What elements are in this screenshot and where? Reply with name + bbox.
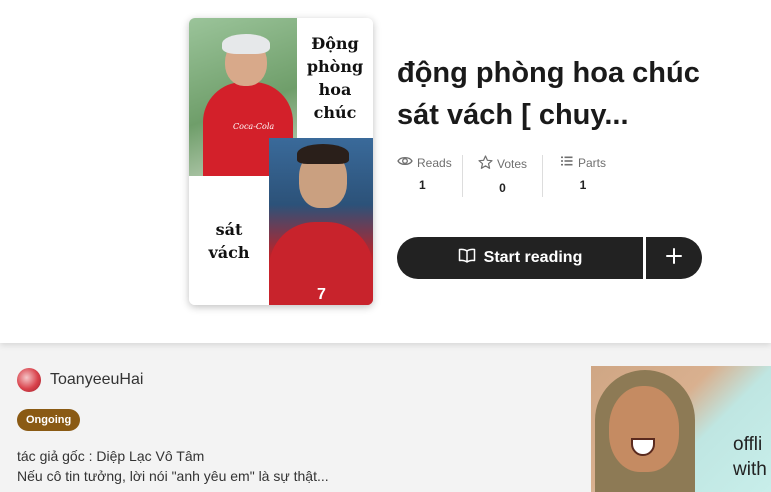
- eye-icon: [397, 155, 413, 170]
- stat-reads-label: Reads: [417, 155, 452, 170]
- star-icon: [478, 155, 493, 173]
- plus-icon: [665, 247, 683, 270]
- story-cover[interactable]: Coca-Cola Động phòng hoa chúc sát vách 7: [189, 18, 373, 305]
- story-actions: Start reading: [397, 237, 702, 279]
- description-line-1: tác giả gốc : Diệp Lạc Vô Tâm: [17, 448, 205, 464]
- author-name[interactable]: ToanyeeuHai: [50, 371, 143, 389]
- ad-text: offli with: [733, 434, 767, 480]
- cover-shirt-number: 7: [317, 286, 326, 303]
- story-description: tác giả gốc : Diệp Lạc Vô Tâm Nếu cô tin…: [17, 446, 329, 486]
- cover-title-bottom: sát vách: [189, 176, 269, 305]
- advertisement-banner[interactable]: offli with: [591, 366, 771, 492]
- ad-face: [609, 386, 679, 472]
- stat-parts: Parts 1: [543, 155, 623, 197]
- book-open-icon: [458, 248, 476, 268]
- cover-title-top: Động phòng hoa chúc: [297, 18, 373, 138]
- description-line-2: Nếu cô tin tưởng, lời nói "anh yêu em" l…: [17, 468, 329, 484]
- author-link[interactable]: ToanyeeuHai: [17, 368, 143, 392]
- story-stats: Reads 1 Votes 0 Parts 1: [397, 155, 623, 197]
- story-header: Coca-Cola Động phòng hoa chúc sát vách 7…: [0, 0, 771, 343]
- list-icon: [560, 155, 574, 170]
- cover-shirt-logo: Coca-Cola: [233, 122, 275, 131]
- start-reading-label: Start reading: [483, 249, 583, 266]
- status-badge: Ongoing: [17, 409, 81, 431]
- start-reading-button[interactable]: Start reading: [397, 237, 643, 279]
- avatar[interactable]: [17, 368, 41, 392]
- cover-player-hair: [297, 144, 349, 164]
- stat-reads-value: 1: [419, 178, 426, 192]
- stat-votes-value: 0: [499, 181, 506, 195]
- stat-parts-value: 1: [579, 178, 587, 192]
- add-to-list-button[interactable]: [646, 237, 702, 279]
- stat-reads: Reads 1: [397, 155, 463, 197]
- stat-votes: Votes 0: [463, 155, 543, 197]
- stat-parts-label: Parts: [577, 155, 606, 170]
- story-title: động phòng hoa chúc sát vách [ chuy...: [397, 57, 700, 131]
- cover-text-top: Động phòng hoa chúc: [306, 34, 364, 122]
- cover-text-bottom: sát vách: [208, 219, 250, 262]
- cover-photo-player-2: 7: [269, 138, 373, 305]
- stat-votes-label: Votes: [496, 157, 528, 171]
- cover-player-hair: [222, 34, 270, 54]
